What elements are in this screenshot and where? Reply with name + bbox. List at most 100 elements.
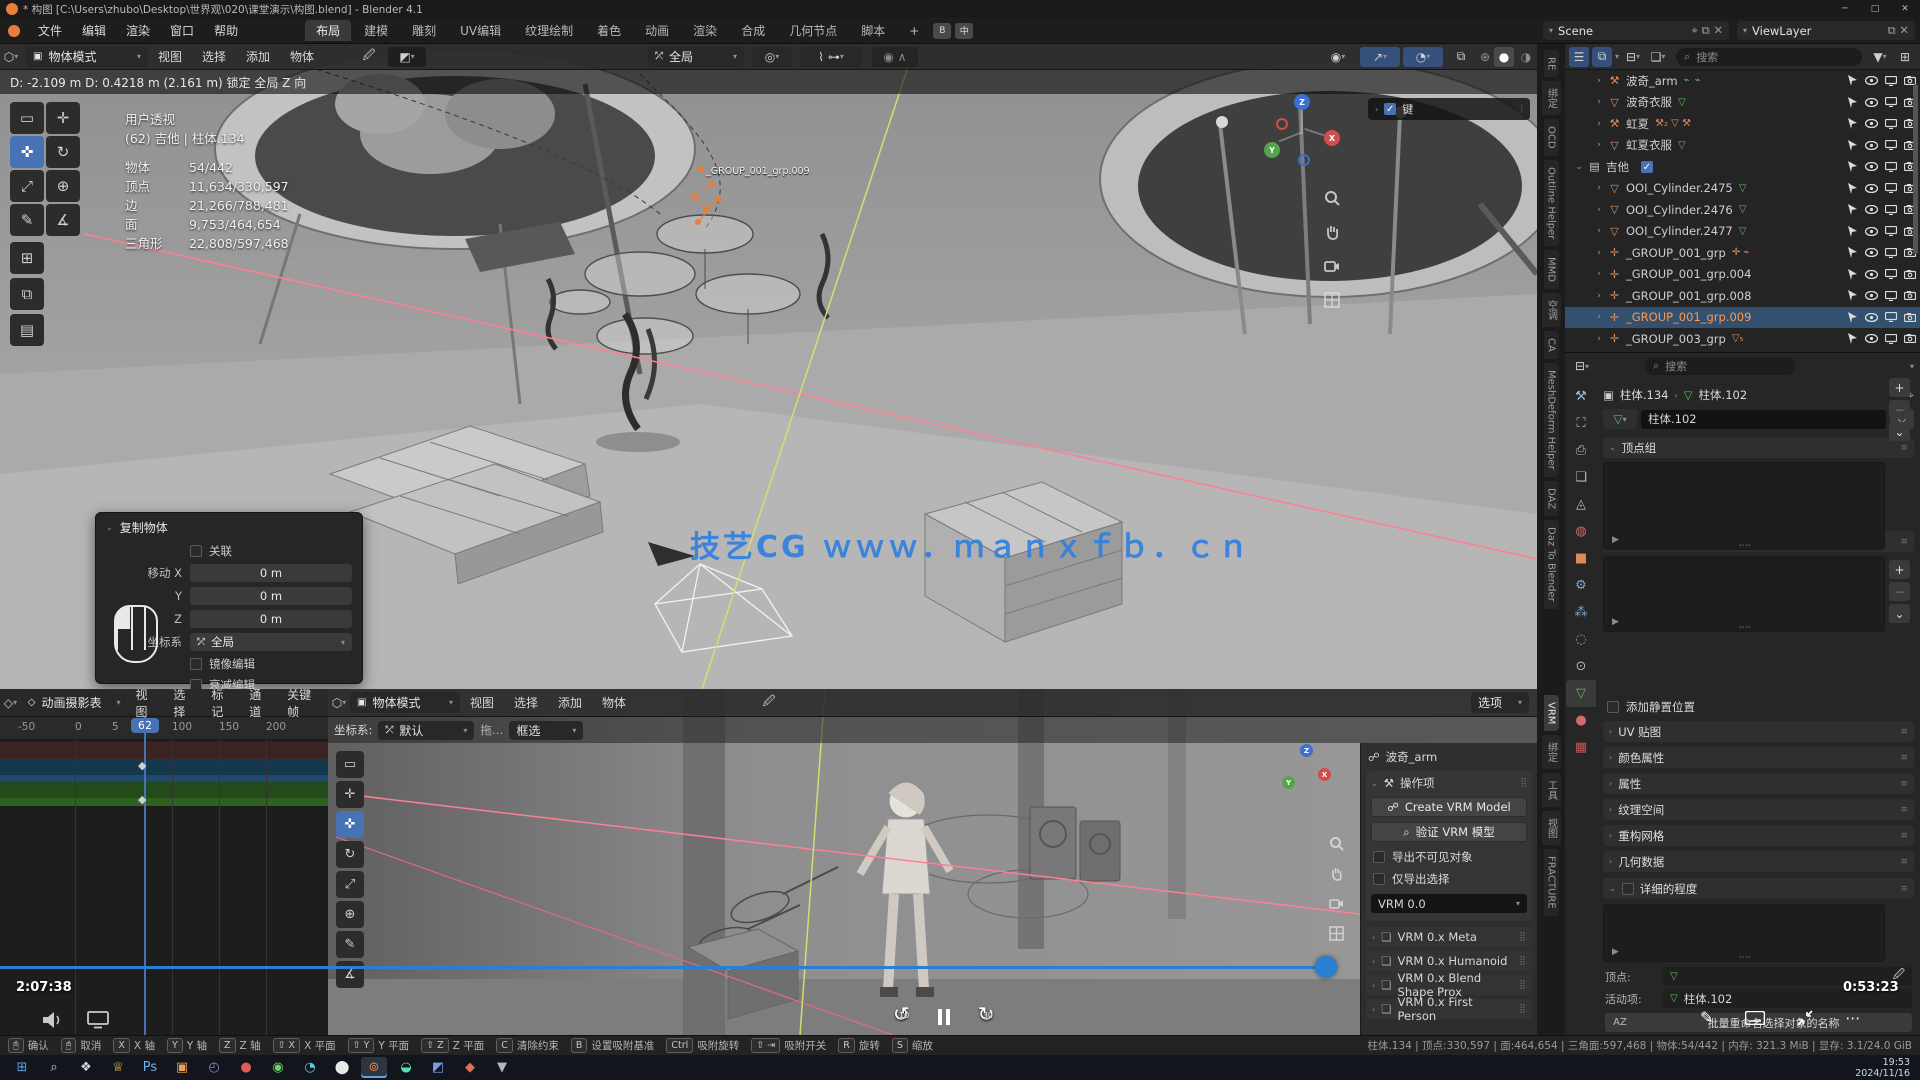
move-z-field[interactable]: 0 m xyxy=(190,610,352,628)
workspace-tab[interactable]: UV编辑 xyxy=(449,20,512,41)
keyframe-diamond[interactable]: ◆ xyxy=(138,793,146,806)
selectable-icon[interactable] xyxy=(1847,226,1858,237)
lod-panel-header[interactable]: ⌄详细的程度≡ xyxy=(1603,878,1914,899)
shading-solid-icon[interactable]: ● xyxy=(1494,47,1514,67)
object-name[interactable]: 波奇_arm xyxy=(1626,73,1678,89)
editor-type-icon[interactable]: ⬡▾ xyxy=(328,693,350,713)
shapekey-specials-button[interactable]: ⌄ xyxy=(1889,604,1910,623)
video-progress-bar[interactable] xyxy=(0,966,1326,969)
object-name[interactable]: OOI_Cylinder.2476 xyxy=(1626,203,1733,217)
hide-eye-icon[interactable] xyxy=(1865,313,1878,322)
npanel-tab[interactable]: MMD xyxy=(1544,250,1559,289)
dopesheet-editor-icon[interactable]: ◇▾ xyxy=(0,693,21,713)
expand-arrow[interactable]: › xyxy=(1593,119,1605,129)
viewport-menu-item[interactable]: 添加 xyxy=(236,48,280,65)
hide-eye-icon[interactable] xyxy=(1865,248,1878,257)
hide-eye-icon[interactable] xyxy=(1865,119,1878,128)
workspace-tab[interactable]: 纹理绘制 xyxy=(514,20,584,41)
timeline-menu-item[interactable]: 标记 xyxy=(203,689,241,720)
timeline-menu-item[interactable]: 关键帧 xyxy=(279,689,328,720)
visibility-dropdown[interactable]: ◉▾ xyxy=(1318,47,1358,67)
object-name[interactable]: _GROUP_001_grp xyxy=(1626,246,1726,260)
taskbar-app-icon[interactable]: ◉ xyxy=(265,1057,291,1078)
npanel-tab[interactable]: 绑定 xyxy=(1542,735,1561,769)
viewport-menu-item[interactable]: 选择 xyxy=(504,694,548,711)
viewport-menu-item[interactable]: 视图 xyxy=(148,48,192,65)
properties-tab[interactable]: ■ xyxy=(1566,545,1596,572)
keyframe-diamond[interactable]: ◆ xyxy=(138,759,146,772)
properties-tab[interactable]: ◌ xyxy=(1566,626,1596,653)
tool-button[interactable]: ⊕ xyxy=(336,901,364,928)
linked-checkbox[interactable] xyxy=(190,545,202,557)
taskbar-app-icon[interactable]: ◩ xyxy=(425,1057,451,1078)
zoom-icon[interactable] xyxy=(1320,186,1344,210)
vrm-section[interactable]: ›❏VRM 0.x Humanoid⣿ xyxy=(1366,951,1532,971)
menu-item[interactable]: 文件 xyxy=(28,22,72,39)
outliner-row[interactable]: › _GROUP_001_grp.008 xyxy=(1565,285,1920,307)
workspace-tab[interactable]: + xyxy=(898,22,930,40)
display-mode-dropdown[interactable]: ⊟▾ xyxy=(1622,47,1644,67)
hide-eye-icon[interactable] xyxy=(1865,162,1878,171)
npanel-tab[interactable]: 空调 xyxy=(1542,293,1561,327)
expand-arrow[interactable]: › xyxy=(1593,76,1605,86)
viewport-disable-icon[interactable] xyxy=(1885,97,1897,107)
collapsed-panel[interactable]: ›纹理空间≡ xyxy=(1603,799,1914,820)
pause-button[interactable] xyxy=(938,1009,950,1025)
outliner-editor-chevron[interactable]: ▾ xyxy=(1615,52,1619,61)
tool-button[interactable]: ⊕ xyxy=(46,170,80,202)
expand-arrow[interactable]: › xyxy=(1593,140,1605,150)
orientation-field[interactable]: ⤱全局▾ xyxy=(190,633,352,651)
pan-hand-icon[interactable] xyxy=(1324,861,1348,885)
render-disable-icon[interactable] xyxy=(1904,313,1916,322)
tool-button[interactable]: ∡ xyxy=(46,204,80,236)
properties-tab[interactable]: ⚒ xyxy=(1566,383,1596,410)
collapsed-panel[interactable]: ›几何数据≡ xyxy=(1603,851,1914,872)
collapsed-panel[interactable]: ›重构网格≡ xyxy=(1603,825,1914,846)
properties-tab[interactable]: ⛶ xyxy=(1566,410,1596,437)
hide-eye-icon[interactable] xyxy=(1865,227,1878,236)
outliner-row[interactable]: › _GROUP_003_grp xyxy=(1565,328,1920,350)
menu-item[interactable]: 渲染 xyxy=(116,22,160,39)
selectable-icon[interactable] xyxy=(1847,75,1858,86)
outliner-editor-icon-2[interactable]: ⧉ xyxy=(1592,47,1612,67)
workspace-tab[interactable]: 几何节点 xyxy=(778,20,848,41)
close-button[interactable]: ✕ xyxy=(1890,0,1920,18)
workspace-tab[interactable]: 着色 xyxy=(586,20,632,41)
outliner-row[interactable]: › OOI_Cylinder.2476 xyxy=(1565,199,1920,221)
hide-eye-icon[interactable] xyxy=(1865,141,1878,150)
selectable-icon[interactable] xyxy=(1847,333,1858,344)
collapsed-panel[interactable]: ›颜色属性≡ xyxy=(1603,747,1914,768)
ortho-grid-icon[interactable] xyxy=(1324,921,1348,945)
tool-button[interactable]: ✎ xyxy=(336,931,364,958)
overlays-dropdown[interactable]: ◔▾ xyxy=(1403,47,1443,67)
npanel-tab[interactable]: Daz To Blender xyxy=(1544,520,1559,609)
taskbar-app-icon[interactable]: ▼ xyxy=(489,1057,515,1078)
viewport-secondary[interactable]: ⬡▾ ▣物体模式▾ 视图选择添加物体 🖉 选项▾ 坐标系: ⤱默认▾ 拖… 框选… xyxy=(328,689,1537,1035)
vgroup-remove-button[interactable]: − xyxy=(1889,400,1910,419)
gizmo-z-neg[interactable] xyxy=(1298,154,1310,166)
key-overlay-panel[interactable]: ›✓键⦙ xyxy=(1368,98,1530,120)
collapsed-panel[interactable]: ›属性≡ xyxy=(1603,773,1914,794)
export-invisible-row[interactable]: 导出不可见对象 xyxy=(1373,849,1525,865)
mesh-id-icon[interactable]: ▽▾ xyxy=(1603,409,1637,429)
video-progress-handle[interactable] xyxy=(1315,956,1337,978)
ortho-grid-icon[interactable] xyxy=(1320,288,1344,312)
workspace-tab[interactable]: 布局 xyxy=(305,20,351,41)
more-icon[interactable]: ⋯ xyxy=(1845,1009,1862,1027)
eyedropper-icon[interactable]: 🖉 xyxy=(358,47,380,67)
vertex-groups-list[interactable]: ▶ ⣀⣀ xyxy=(1603,462,1885,550)
shading-material-icon[interactable]: ◑ xyxy=(1515,47,1537,67)
hide-eye-icon[interactable] xyxy=(1865,205,1878,214)
blender-menu-icon[interactable] xyxy=(8,25,20,37)
viewport-disable-icon[interactable] xyxy=(1885,226,1897,236)
expand-arrow[interactable]: › xyxy=(1593,205,1605,215)
render-disable-icon[interactable] xyxy=(1904,291,1916,300)
npanel-tab[interactable]: 视图 xyxy=(1542,811,1561,845)
menu-item[interactable]: 编辑 xyxy=(72,22,116,39)
navigation-gizmo[interactable]: Z X Y xyxy=(1262,94,1342,174)
npanel-tab[interactable]: Outline Helper xyxy=(1544,160,1559,246)
properties-tab[interactable]: ⁂ xyxy=(1566,599,1596,626)
selectable-icon[interactable] xyxy=(1847,97,1858,108)
viewport-disable-icon[interactable] xyxy=(1885,140,1897,150)
expand-arrow[interactable]: › xyxy=(1593,226,1605,236)
